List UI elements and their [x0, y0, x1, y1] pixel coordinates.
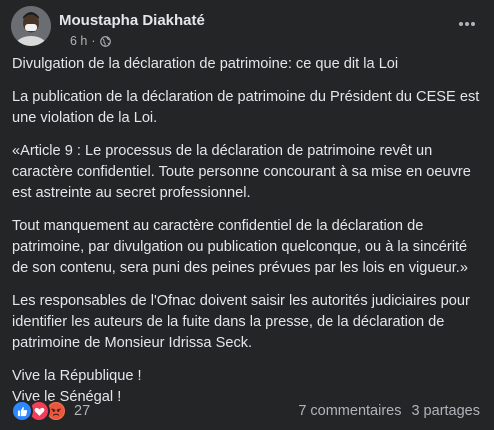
like-icon	[11, 400, 33, 422]
author-avatar[interactable]	[11, 6, 51, 46]
reaction-count: 27	[74, 403, 91, 419]
post-content: Divulgation de la déclaration de patrimo…	[12, 54, 480, 420]
globe-icon[interactable]	[99, 35, 111, 47]
post-footer: 27 7 commentaires 3 partages	[11, 399, 480, 423]
author-name[interactable]: Moustapha Diakhaté	[59, 12, 205, 29]
post-header: Moustapha Diakhaté 6 h ·	[11, 6, 486, 48]
post-meta: 6 h ·	[70, 34, 111, 48]
closing-line: Vive la République !	[12, 368, 142, 384]
post-paragraph: Les responsables de l'Ofnac doivent sais…	[12, 293, 470, 351]
post-paragraph: La publication de la déclaration de patr…	[12, 89, 480, 126]
post-paragraph: Tout manquement au caractère confidentie…	[12, 218, 468, 276]
facebook-post: Moustapha Diakhaté 6 h · Divulgation de …	[0, 0, 494, 430]
engagement-stats: 7 commentaires 3 partages	[298, 403, 480, 419]
avatar-photo-icon	[11, 6, 51, 46]
post-paragraph: «Article 9 : Le processus de la déclarat…	[12, 143, 471, 201]
reaction-icons	[11, 400, 67, 422]
post-paragraph: Divulgation de la déclaration de patrimo…	[12, 56, 399, 72]
shares-link[interactable]: 3 partages	[411, 403, 480, 419]
more-horizontal-icon	[459, 22, 475, 26]
meta-separator: ·	[91, 34, 96, 48]
more-options-button[interactable]	[454, 14, 480, 34]
reactions-summary[interactable]: 27	[11, 400, 90, 422]
post-time[interactable]: 6 h	[70, 34, 87, 48]
comments-link[interactable]: 7 commentaires	[298, 403, 401, 419]
